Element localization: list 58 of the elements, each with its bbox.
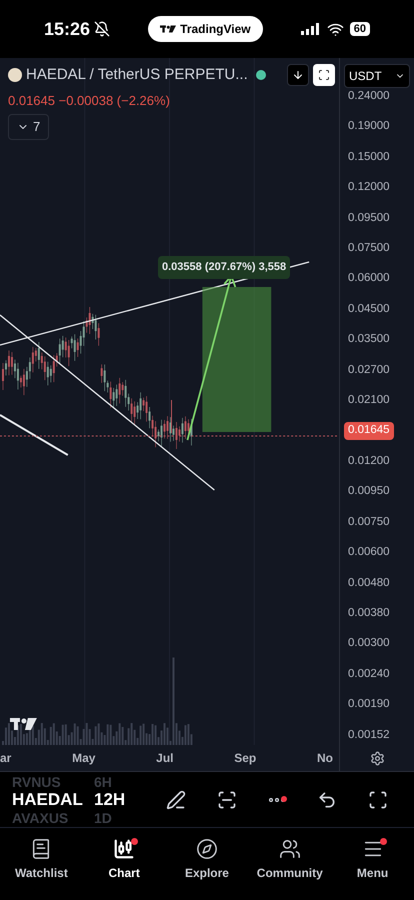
time-axis-label: No bbox=[316, 750, 333, 767]
signal-icon bbox=[300, 23, 321, 35]
nav-tab[interactable]: Community bbox=[250, 838, 330, 882]
price-axis-label: 0.09500 bbox=[347, 210, 391, 226]
price-axis-label: 0.19000 bbox=[347, 119, 391, 134]
time-axis-label: Sep bbox=[234, 750, 256, 767]
chart-icon bbox=[113, 838, 136, 860]
pen-icon bbox=[166, 790, 186, 810]
app-pill[interactable]: TradingView bbox=[148, 16, 263, 42]
nav-tab[interactable]: Watchlist bbox=[1, 838, 82, 882]
price-axis-label: 0.00480 bbox=[347, 576, 391, 590]
measure-label: 0.03558 (207.67%) 3,558 bbox=[158, 256, 290, 278]
time-axis-label: Jul bbox=[156, 750, 174, 767]
indicators-toggle[interactable]: 7 bbox=[8, 114, 50, 140]
nav-tab[interactable]: Chart bbox=[84, 838, 164, 882]
symbol-title[interactable]: HAEDAL / TetherUS PERPETU... bbox=[26, 64, 248, 86]
screenshot-button[interactable] bbox=[313, 64, 335, 86]
nav-tab[interactable]: Menu bbox=[332, 838, 413, 882]
battery-level: 60 bbox=[350, 22, 370, 36]
fullscreen-icon bbox=[368, 790, 388, 810]
community-icon bbox=[278, 838, 301, 860]
price-axis-label: 0.00300 bbox=[347, 636, 391, 652]
price-axis-label: 0.01200 bbox=[347, 454, 391, 469]
frame-icon bbox=[318, 69, 330, 82]
price-axis-label: 0.02700 bbox=[347, 362, 391, 378]
price-change: 0.01645 −0.00038 (−2.26%) bbox=[8, 92, 171, 110]
lines-icon bbox=[217, 790, 238, 810]
price-axis-label: 0.01645 bbox=[344, 422, 394, 440]
symbol-interval-option[interactable]: HAEDAL 12H bbox=[12, 788, 150, 810]
undo-icon bbox=[316, 790, 337, 810]
price-axis-label: 0.07500 bbox=[347, 241, 391, 256]
clock-time: 15:26 bbox=[44, 18, 90, 40]
arrow-down-icon bbox=[292, 69, 304, 82]
logo-icon bbox=[10, 718, 37, 730]
download-button[interactable] bbox=[287, 64, 309, 86]
price-axis-label: 0.00190 bbox=[347, 697, 391, 712]
price-axis-label: 0.00152 bbox=[347, 728, 391, 743]
explore-icon bbox=[196, 838, 218, 860]
price-axis-label: 0.12000 bbox=[347, 180, 391, 196]
price-axis-label: 0.06000 bbox=[347, 271, 391, 286]
price-axis-label: 0.15000 bbox=[347, 150, 391, 165]
price-axis-label: 0.00600 bbox=[347, 545, 391, 560]
bell-off-icon bbox=[94, 21, 110, 37]
price-axis-label: 0.00380 bbox=[347, 606, 391, 621]
time-axis-label: ar bbox=[0, 750, 12, 767]
price-axis-label: 0.04500 bbox=[347, 302, 391, 317]
time-axis-label: May bbox=[72, 750, 96, 767]
price-axis-label: 0.24000 bbox=[347, 89, 391, 104]
logo-icon bbox=[160, 24, 176, 34]
settings-icon[interactable] bbox=[370, 750, 384, 766]
price-axis-label: 0.02100 bbox=[347, 393, 391, 408]
price-axis-label: 0.00240 bbox=[347, 666, 391, 682]
coin-icon bbox=[8, 68, 22, 82]
price-axis-label: 0.03500 bbox=[347, 332, 391, 348]
nav-tab[interactable]: Explore bbox=[166, 838, 247, 882]
price-axis-label: 0.00750 bbox=[347, 514, 391, 530]
currency-select[interactable]: USDT bbox=[344, 64, 410, 88]
price-axis-label: 0.00950 bbox=[347, 484, 391, 500]
